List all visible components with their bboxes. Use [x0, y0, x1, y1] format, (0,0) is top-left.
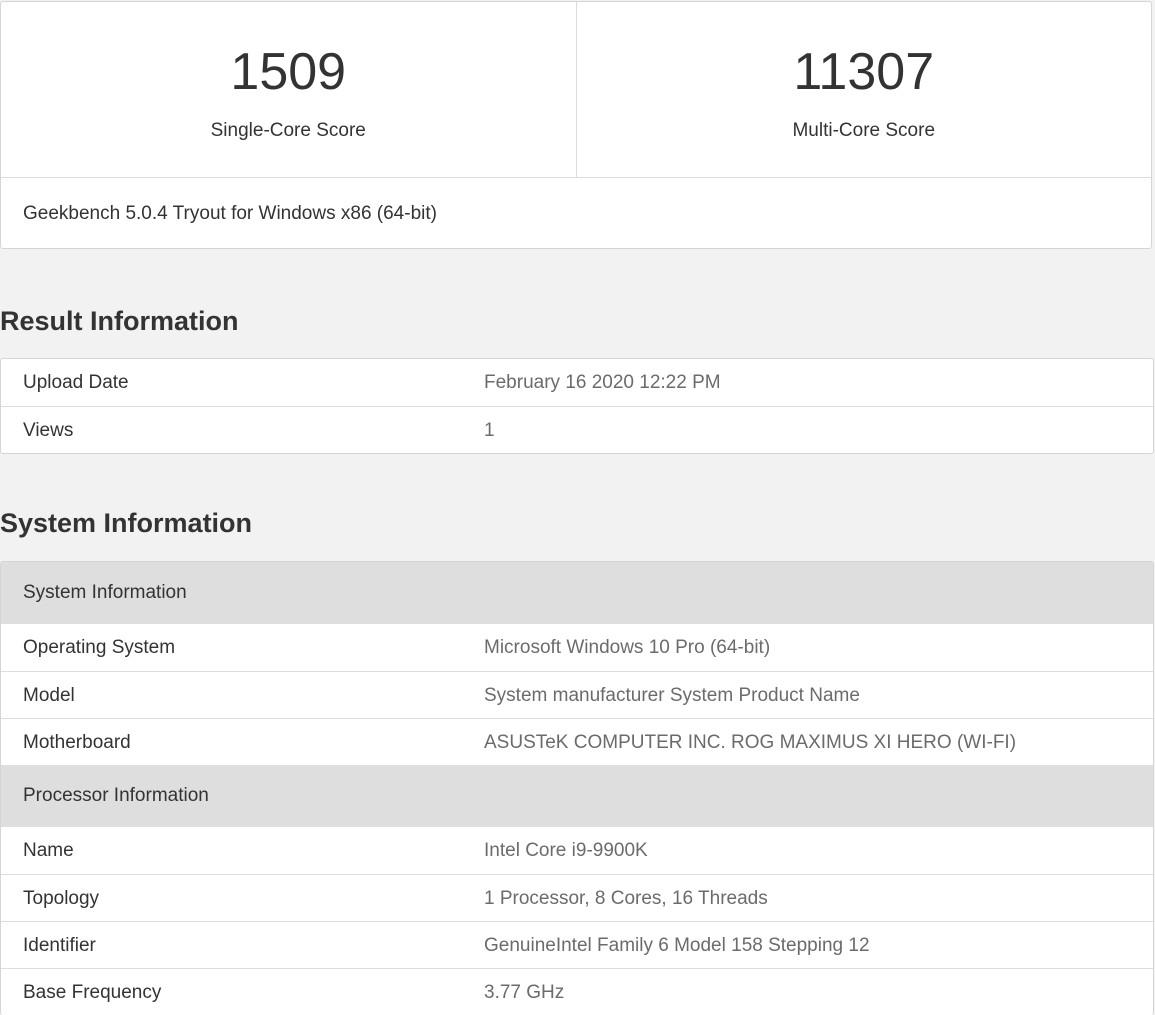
topology-label: Topology	[23, 888, 100, 909]
motherboard-label: Motherboard	[23, 732, 131, 753]
table-row: Operating System Microsoft Windows 10 Pr…	[1, 624, 1153, 671]
upload-date-label: Upload Date	[23, 372, 129, 393]
table-row: Identifier GenuineIntel Family 6 Model 1…	[1, 921, 1153, 968]
table-row: Model System manufacturer System Product…	[1, 671, 1153, 718]
single-core-score-value: 1509	[230, 43, 347, 101]
group-header-processor-information: Processor Information	[1, 765, 1153, 827]
system-information-heading: System Information	[0, 508, 253, 538]
identifier-value: GenuineIntel Family 6 Model 158 Stepping…	[484, 935, 870, 956]
processor-name-value: Intel Core i9-9900K	[484, 840, 648, 861]
operating-system-value: Microsoft Windows 10 Pro (64-bit)	[484, 637, 771, 658]
single-core-score-label: Single-Core Score	[210, 120, 366, 141]
result-information-table: Upload Date February 16 2020 12:22 PM Vi…	[0, 358, 1154, 454]
base-frequency-value: 3.77 GHz	[484, 982, 565, 1003]
operating-system-label: Operating System	[23, 637, 176, 658]
processor-name-label: Name	[23, 840, 74, 861]
group-header-system-information: System Information	[1, 562, 1153, 624]
multi-core-score-value: 11307	[793, 43, 935, 101]
topology-value: 1 Processor, 8 Cores, 16 Threads	[484, 888, 768, 909]
table-row: Views 1	[1, 406, 1153, 453]
score-row: 1509 Single-Core Score 11307 Multi-Core …	[1, 2, 1151, 178]
single-core-score-cell: 1509 Single-Core Score	[1, 2, 576, 177]
identifier-label: Identifier	[23, 935, 96, 956]
views-value: 1	[484, 420, 495, 441]
table-row: Topology 1 Processor, 8 Cores, 16 Thread…	[1, 874, 1153, 921]
multi-core-score-cell: 11307 Multi-Core Score	[575, 2, 1152, 177]
benchmark-version: Geekbench 5.0.4 Tryout for Windows x86 (…	[23, 203, 437, 224]
upload-date-value: February 16 2020 12:22 PM	[484, 372, 721, 393]
multi-core-score-label: Multi-Core Score	[792, 120, 936, 141]
system-information-table: System Information Operating System Micr…	[0, 561, 1154, 1015]
base-frequency-label: Base Frequency	[23, 982, 162, 1003]
table-row: Upload Date February 16 2020 12:22 PM	[1, 359, 1153, 406]
table-row: Name Intel Core i9-9900K	[1, 827, 1153, 874]
table-row: Base Frequency 3.77 GHz	[1, 968, 1153, 1015]
views-label: Views	[23, 420, 74, 441]
motherboard-value: ASUSTeK COMPUTER INC. ROG MAXIMUS XI HER…	[484, 732, 1017, 753]
model-label: Model	[23, 685, 75, 706]
result-information-heading: Result Information	[0, 306, 239, 336]
table-row: Motherboard ASUSTeK COMPUTER INC. ROG MA…	[1, 718, 1153, 765]
score-card: 1509 Single-Core Score 11307 Multi-Core …	[0, 1, 1152, 249]
model-value: System manufacturer System Product Name	[484, 685, 860, 706]
